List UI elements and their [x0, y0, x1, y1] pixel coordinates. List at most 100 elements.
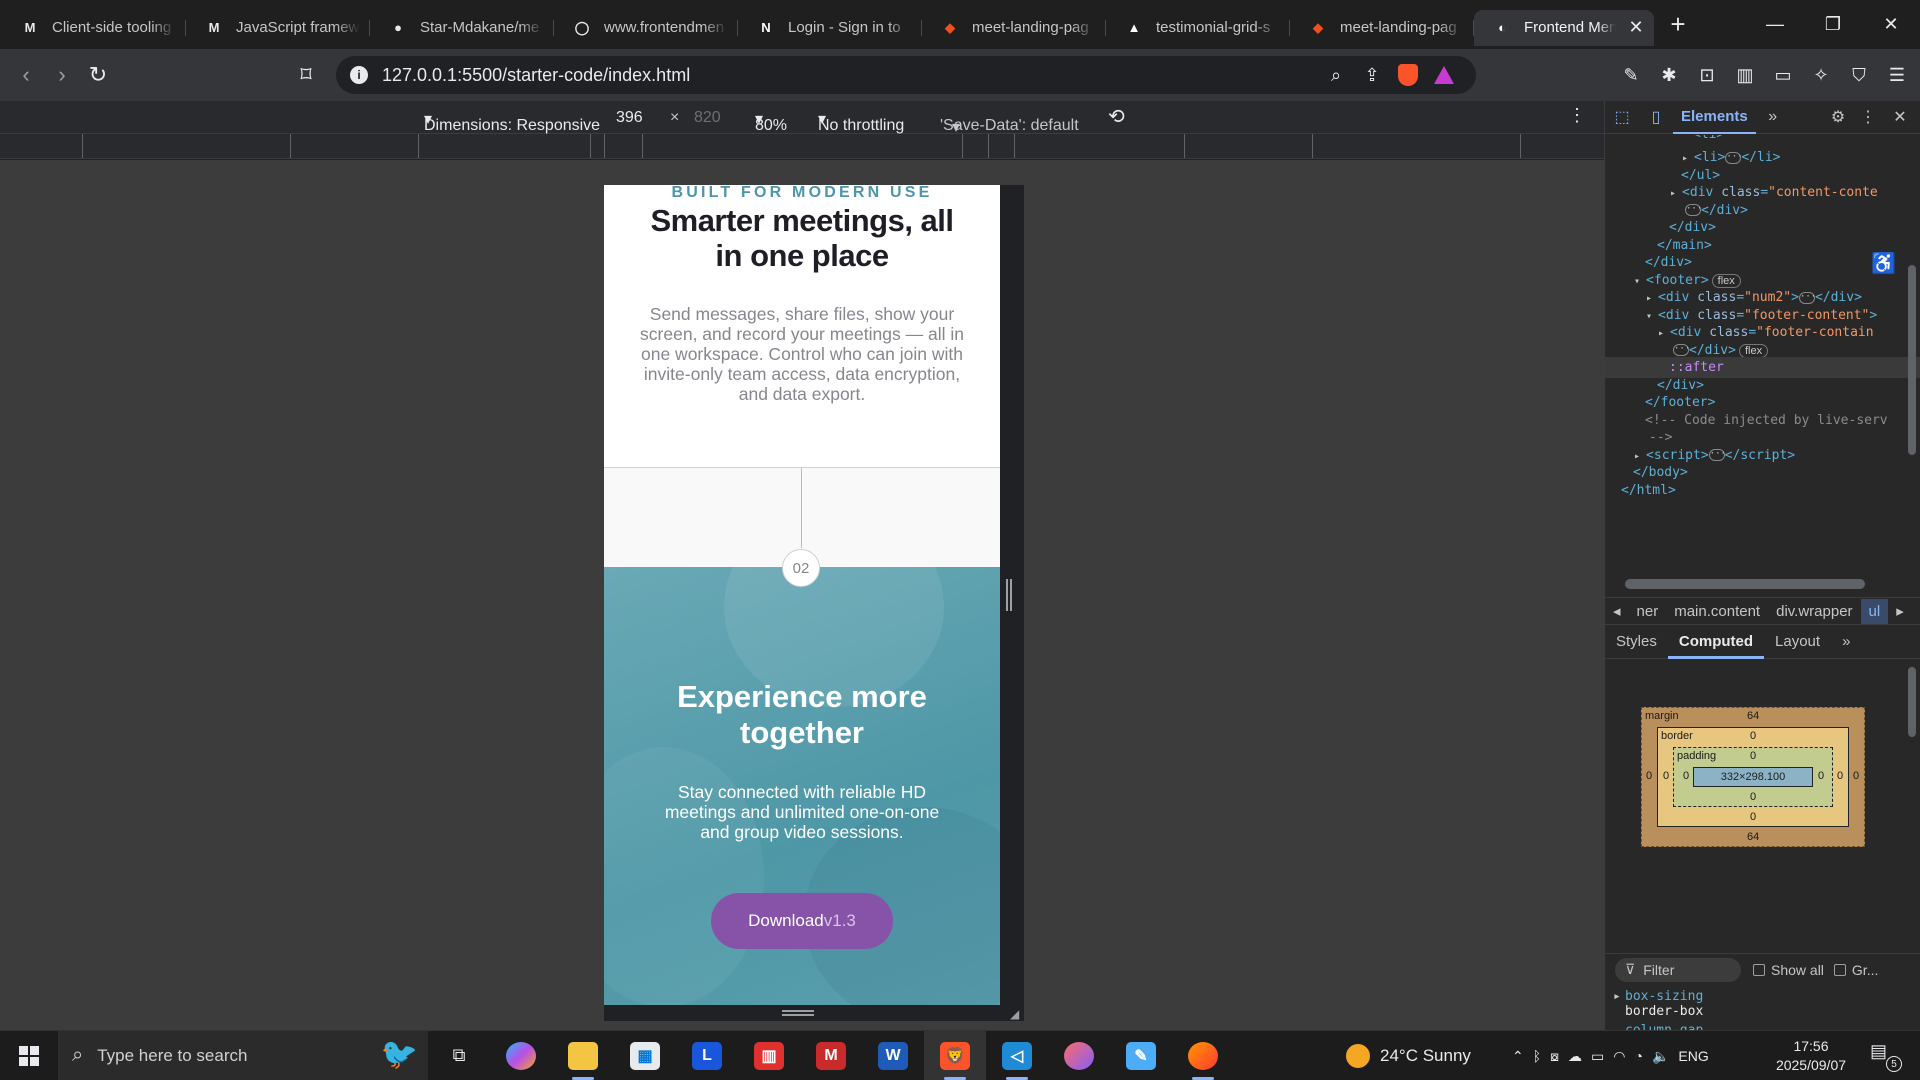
tab-5[interactable]: ◆ meet-landing-pag [922, 10, 1106, 46]
padding-right-value[interactable]: 0 [1818, 770, 1824, 782]
notification-center-icon[interactable]: ▤ 5 [1870, 1041, 1902, 1072]
border-top-value[interactable]: 0 [1750, 730, 1756, 742]
margin-bottom-value[interactable]: 64 [1747, 831, 1759, 843]
height-input[interactable]: 820 [694, 109, 721, 127]
more-options-icon[interactable]: ⋮ [1568, 105, 1586, 126]
paint-icon[interactable]: ✎ [1110, 1031, 1172, 1080]
show-hidden-icons-icon[interactable]: ⌃ [1512, 1048, 1524, 1065]
start-button[interactable] [0, 1031, 58, 1080]
inspect-icon[interactable]: ⬚ [1605, 101, 1639, 134]
tab-4[interactable]: N Login - Sign in to [738, 10, 922, 46]
sidebar-icon[interactable]: ▥ [1728, 58, 1762, 92]
wallet-icon[interactable]: ▭ [1766, 58, 1800, 92]
site-info-icon[interactable]: i [350, 66, 368, 84]
red-app-icon[interactable]: ▥ [738, 1031, 800, 1080]
close-devtools-icon[interactable]: ✕ [1883, 101, 1917, 134]
screenshot-icon[interactable]: ⊡ [1690, 58, 1724, 92]
tab-7[interactable]: ◆ meet-landing-pag [1290, 10, 1474, 46]
width-input[interactable]: 396 [616, 109, 643, 127]
onedrive-icon[interactable]: ☁ [1568, 1048, 1582, 1065]
subtab-styles[interactable]: Styles [1605, 625, 1668, 659]
zoom-icon[interactable]: ⌕ [1318, 65, 1354, 86]
copilot-icon[interactable] [490, 1031, 552, 1080]
brave-browser-icon[interactable]: 🦁 [924, 1030, 986, 1080]
minimize-button[interactable]: — [1746, 0, 1804, 49]
tab-1[interactable]: M JavaScript framew [186, 10, 370, 46]
horizontal-scrollbar[interactable] [1625, 579, 1865, 589]
battery-icon[interactable]: ▭ [1591, 1048, 1604, 1065]
share-icon[interactable]: ⇪ [1354, 65, 1390, 86]
url-text[interactable]: 127.0.0.1:5500/starter-code/index.html [382, 65, 1318, 86]
dimensions-select[interactable]: Dimensions: Responsive ▾ [424, 109, 600, 134]
device-toggle-icon[interactable]: ▯ [1639, 101, 1673, 134]
menu-icon[interactable]: ☰ [1880, 58, 1914, 92]
settings-icon[interactable]: ⚙ [1821, 101, 1855, 134]
bluetooth-icon[interactable]: ᛒ [1533, 1048, 1541, 1064]
linkedin-app-icon[interactable]: L [676, 1031, 738, 1080]
border-right-value[interactable]: 0 [1837, 770, 1843, 782]
filter-input[interactable]: ⊽ Filter [1615, 957, 1741, 982]
breadcrumb-item[interactable]: ul [1860, 598, 1889, 624]
taskbar-search[interactable]: ⌕ Type here to search 🐦 [58, 1030, 428, 1080]
reload-icon[interactable]: ↻ [80, 57, 116, 93]
margin-top-value[interactable]: 64 [1747, 710, 1759, 722]
zoom-select[interactable]: 80% ▾ [755, 109, 787, 134]
computed-scrollbar[interactable] [1908, 667, 1916, 737]
file-explorer-icon[interactable] [552, 1031, 614, 1080]
tab-0[interactable]: M Client-side tooling [2, 10, 186, 46]
more-tabs-icon[interactable]: » [1756, 101, 1790, 134]
box-model-content[interactable]: 332×298.100 [1693, 767, 1813, 787]
border-left-value[interactable]: 0 [1663, 770, 1669, 782]
clock[interactable]: 17:56 2025/09/07 [1766, 1037, 1856, 1075]
padding-top-value[interactable]: 0 [1750, 750, 1756, 762]
close-window-button[interactable]: ✕ [1862, 0, 1920, 49]
maximize-button[interactable]: ❐ [1804, 0, 1862, 49]
vpn-icon[interactable]: ⛉ [1842, 58, 1876, 92]
network-icon[interactable]: ◠ [1613, 1048, 1625, 1065]
show-all-checkbox[interactable] [1753, 963, 1765, 976]
design-app-icon[interactable] [1048, 1031, 1110, 1080]
rotate-icon[interactable]: ⟲ [1108, 104, 1125, 129]
pen-icon[interactable]: ✎ [1614, 58, 1648, 92]
microsoft-store-icon[interactable]: ▦ [614, 1031, 676, 1080]
close-tab-icon[interactable]: ✕ [1628, 17, 1644, 38]
firefox-icon[interactable] [1172, 1031, 1234, 1080]
new-tab-button[interactable]: + [1658, 7, 1698, 43]
brave-rewards-icon[interactable] [1426, 66, 1462, 84]
breadcrumb-item[interactable]: main.content [1666, 603, 1768, 620]
tab-8[interactable]: ◐ Frontend Men ✕ [1474, 9, 1654, 46]
throttling-select[interactable]: No throttling ▾ [818, 109, 904, 134]
tab-3[interactable]: ◯ www.frontendmen [554, 10, 738, 46]
task-view-icon[interactable]: ⧉ [428, 1031, 490, 1080]
devtools-menu-icon[interactable]: ⋮ [1851, 101, 1885, 134]
subtab-layout[interactable]: Layout [1764, 625, 1831, 659]
accessibility-icon[interactable]: ♿ [1871, 251, 1896, 276]
resize-handle-bottom[interactable] [782, 1010, 814, 1016]
leo-ai-icon[interactable]: ✧ [1804, 58, 1838, 92]
more-subtabs-icon[interactable]: » [1831, 625, 1861, 659]
back-icon[interactable]: ‹ [8, 57, 44, 93]
mcafee-icon[interactable]: M [800, 1031, 862, 1080]
wifi-icon[interactable]: ◔ [1635, 1048, 1643, 1064]
margin-right-value[interactable]: 0 [1853, 770, 1859, 782]
dom-vertical-scrollbar[interactable] [1908, 265, 1916, 455]
tab-6[interactable]: ▲ testimonial-grid-s [1106, 10, 1290, 46]
swap-dimensions-icon[interactable]: × [670, 109, 679, 127]
group-checkbox[interactable] [1833, 963, 1846, 976]
resize-handle-right[interactable] [1006, 579, 1012, 611]
tab-2[interactable]: ● Star-Mdakane/me [370, 10, 554, 46]
word-icon[interactable]: W [862, 1031, 924, 1080]
subtab-computed[interactable]: Computed [1667, 625, 1765, 659]
breadcrumb-left-arrow[interactable]: ◂ [1605, 602, 1629, 620]
breadcrumb-item[interactable]: ner [1629, 603, 1667, 620]
meet-now-icon[interactable]: ⧇ [1550, 1048, 1559, 1065]
address-bar[interactable]: i 127.0.0.1:5500/starter-code/index.html… [336, 56, 1476, 94]
brave-shields-icon[interactable] [1390, 64, 1426, 86]
padding-bottom-value[interactable]: 0 [1750, 791, 1756, 803]
resize-handle-corner[interactable]: ◢ [1010, 1007, 1022, 1021]
language-indicator[interactable]: ENG [1678, 1048, 1708, 1064]
download-button[interactable]: Download v1.3 [711, 893, 893, 949]
border-bottom-value[interactable]: 0 [1750, 811, 1756, 823]
forward-icon[interactable]: › [44, 57, 80, 93]
weather-widget[interactable]: 24°C Sunny [1346, 1031, 1471, 1080]
